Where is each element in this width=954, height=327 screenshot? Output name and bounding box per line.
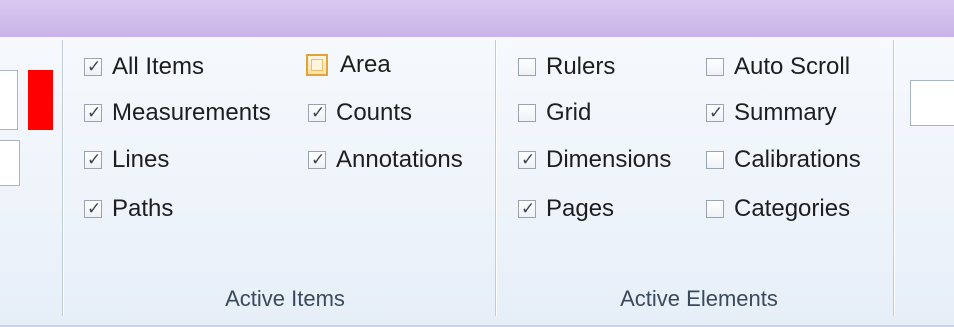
checkbox-label: Measurements — [112, 99, 271, 126]
checkbox-label: Auto Scroll — [734, 53, 851, 80]
checkbox-pages[interactable]: ✓ Pages — [518, 194, 614, 224]
group-separator — [495, 40, 496, 316]
check-mark-icon: ✓ — [521, 150, 536, 170]
checkbox-box[interactable] — [706, 200, 724, 218]
checkbox-label: Paths — [112, 195, 174, 222]
checkbox-grid[interactable]: Grid — [518, 98, 591, 128]
checkbox-label: Counts — [336, 99, 413, 126]
checkbox-box[interactable]: ✓ — [308, 103, 326, 123]
checkbox-categories[interactable]: Categories — [706, 194, 850, 224]
left-input-field-2[interactable] — [0, 140, 20, 186]
checkbox-area[interactable]: Area — [306, 50, 391, 80]
check-mark-icon: ✓ — [87, 199, 102, 219]
checkbox-box[interactable]: ✓ — [84, 103, 102, 123]
checkbox-label: Lines — [112, 146, 170, 173]
checkbox-dimensions[interactable]: ✓ Dimensions — [518, 145, 671, 175]
checkbox-box-highlighted[interactable] — [306, 54, 328, 76]
group-separator — [893, 40, 894, 316]
group-label-active-elements: Active Elements — [620, 286, 778, 311]
checkbox-lines[interactable]: ✓ Lines — [84, 145, 169, 175]
checkbox-summary[interactable]: ✓ Summary — [706, 98, 837, 128]
checkbox-label: Pages — [546, 195, 615, 222]
checkbox-label: All Items — [112, 53, 205, 80]
checkbox-label: Summary — [734, 99, 837, 126]
group-separator — [62, 40, 63, 316]
checkbox-auto-scroll[interactable]: Auto Scroll — [706, 52, 850, 82]
checkbox-label: Dimensions — [546, 146, 672, 173]
check-mark-icon: ✓ — [311, 150, 326, 170]
group-label-active-items: Active Items — [225, 286, 345, 311]
checkbox-all-items[interactable]: ✓ All Items — [84, 52, 204, 82]
checkbox-box[interactable] — [706, 58, 724, 76]
checkbox-label: Calibrations — [734, 146, 861, 173]
checkbox-box[interactable]: ✓ — [518, 199, 536, 219]
check-mark-icon: ✓ — [521, 199, 536, 219]
checkbox-annotations[interactable]: ✓ Annotations — [308, 145, 463, 175]
checkbox-calibrations[interactable]: Calibrations — [706, 145, 861, 175]
checkbox-label: Rulers — [546, 53, 616, 80]
checkbox-label: Annotations — [336, 146, 463, 173]
check-mark-icon: ✓ — [87, 57, 102, 77]
checkbox-label: Categories — [734, 195, 851, 222]
checkbox-box[interactable]: ✓ — [84, 57, 102, 77]
check-mark-icon: ✓ — [311, 103, 326, 123]
checkbox-counts[interactable]: ✓ Counts — [308, 98, 412, 128]
color-swatch[interactable] — [28, 70, 53, 130]
checkbox-label: Grid — [546, 99, 592, 126]
checkbox-rulers[interactable]: Rulers — [518, 52, 615, 82]
checkbox-paths[interactable]: ✓ Paths — [84, 194, 173, 224]
checkbox-measurements[interactable]: ✓ Measurements — [84, 98, 271, 128]
checkbox-box[interactable]: ✓ — [518, 150, 536, 170]
checkbox-box[interactable] — [706, 151, 724, 169]
checkbox-box[interactable]: ✓ — [84, 150, 102, 170]
checkbox-box[interactable] — [518, 104, 536, 122]
check-mark-icon: ✓ — [87, 150, 102, 170]
checkbox-box[interactable]: ✓ — [308, 150, 326, 170]
left-input-field[interactable] — [0, 70, 18, 130]
checkbox-box[interactable]: ✓ — [84, 199, 102, 219]
checkbox-label: Area — [340, 51, 391, 78]
right-input-field[interactable] — [910, 80, 954, 126]
check-mark-icon: ✓ — [87, 103, 102, 123]
checkbox-box[interactable]: ✓ — [706, 103, 724, 123]
checkbox-box[interactable] — [518, 58, 536, 76]
title-bar — [0, 0, 954, 37]
check-mark-icon: ✓ — [709, 103, 724, 123]
